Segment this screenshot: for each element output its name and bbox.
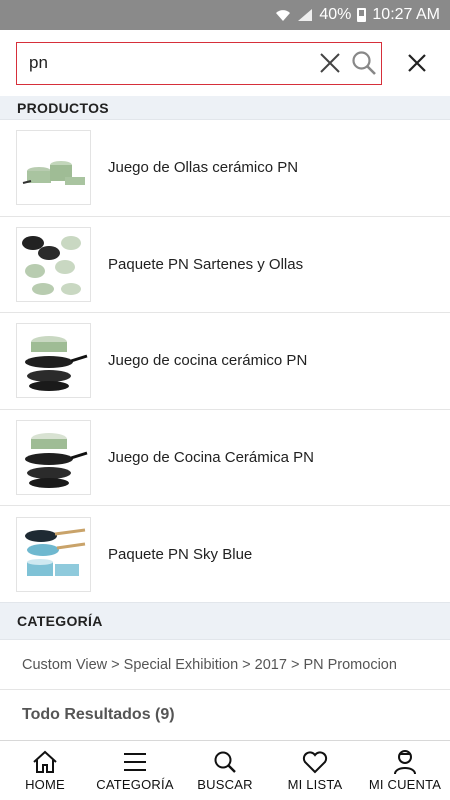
nav-home[interactable]: HOME (0, 741, 90, 800)
green-pot-set-thumbnail (16, 130, 91, 206)
products-section-header: PRODUCTOS (0, 96, 450, 120)
product-item[interactable]: Juego de Cocina Cerámica PN (0, 409, 450, 507)
product-item[interactable]: Paquete PN Sky Blue (0, 506, 450, 603)
product-item[interactable]: Paquete PN Sartenes y Ollas (0, 216, 450, 314)
search-header (0, 30, 450, 96)
nav-search[interactable]: BUSCAR (180, 741, 270, 800)
nav-label: MI LISTA (287, 777, 343, 792)
stacked-cookware-thumbnail (16, 323, 91, 399)
bottom-nav: HOME CATEGORÍA BUSCAR MI LISTA MI CUENTA (0, 740, 450, 800)
product-name: Juego de Cocina Cerámica PN (108, 449, 314, 467)
nav-category[interactable]: CATEGORÍA (90, 741, 180, 800)
status-bar: 40% 10:27 AM (0, 0, 450, 30)
close-search-icon[interactable] (402, 48, 432, 78)
category-section-header: CATEGORÍA (0, 602, 450, 640)
heart-icon (302, 749, 328, 775)
product-item[interactable]: Juego de cocina cerámico PN (0, 313, 450, 410)
menu-icon (122, 749, 148, 775)
product-name: Juego de cocina cerámico PN (108, 352, 308, 370)
search-icon (213, 749, 237, 775)
stacked-cookware-thumbnail (16, 420, 91, 496)
clear-icon[interactable] (313, 46, 347, 80)
nav-wishlist[interactable]: MI LISTA (270, 741, 360, 800)
user-icon (393, 749, 417, 775)
wifi-icon (275, 8, 291, 22)
search-box (16, 41, 382, 85)
nav-label: HOME (25, 777, 65, 792)
sky-blue-cookware-thumbnail (16, 517, 91, 593)
battery-percent: 40% (319, 6, 352, 23)
product-name: Paquete PN Sartenes y Ollas (108, 255, 304, 273)
status-time: 10:27 AM (372, 6, 440, 23)
signal-icon (297, 8, 313, 22)
product-list: Juego de Ollas cerámico PN Paquete PN Sa… (0, 120, 450, 603)
pan-and-pot-package-thumbnail (16, 226, 91, 302)
search-icon[interactable] (347, 46, 381, 80)
nav-account[interactable]: MI CUENTA (360, 741, 450, 800)
home-icon (32, 749, 58, 775)
product-name: Paquete PN Sky Blue (108, 546, 253, 564)
nav-label: MI CUENTA (368, 777, 442, 792)
product-name: Juego de Ollas cerámico PN (108, 159, 299, 177)
nav-label: CATEGORÍA (96, 777, 174, 792)
category-path-link[interactable]: Custom View > Special Exhibition > 2017 … (0, 640, 450, 690)
all-results-link[interactable]: Todo Resultados (9) (0, 690, 450, 740)
product-item[interactable]: Juego de Ollas cerámico PN (0, 120, 450, 217)
search-input[interactable] (29, 42, 313, 84)
battery-icon (357, 8, 367, 22)
nav-label: BUSCAR (197, 777, 253, 792)
